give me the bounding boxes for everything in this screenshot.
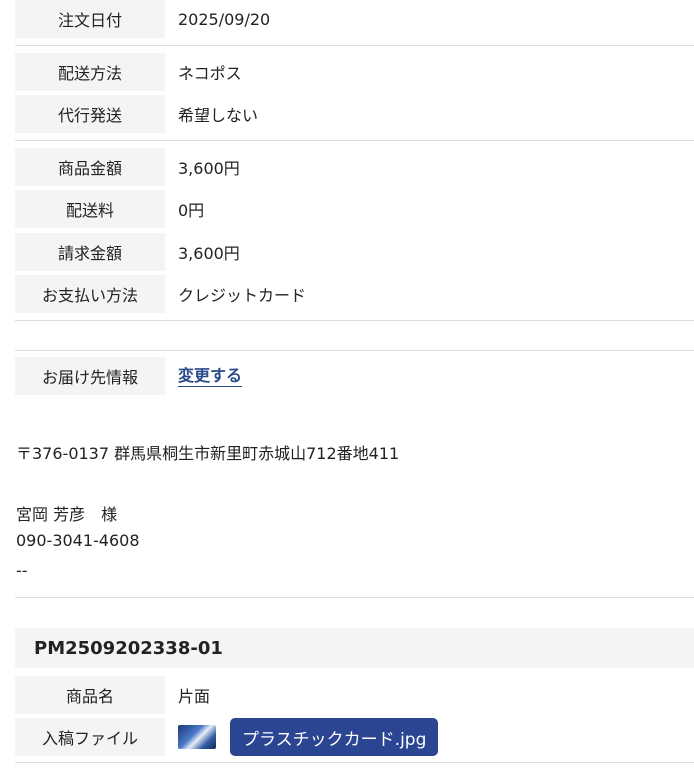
delivery-info-row: お届け先情報 変更する <box>15 357 694 395</box>
order-date-row: 注文日付 2025/09/20 <box>15 0 694 38</box>
upload-file-row: 入稿ファイル プラスチックカード.jpg <box>15 718 694 756</box>
delivery-address: 〒376-0137 群馬県桐生市新里町赤城山712番地411 <box>16 444 400 463</box>
shipping-method-label: 配送方法 <box>15 53 165 91</box>
product-amount-value: 3,600円 <box>178 159 240 178</box>
product-amount-label: 商品金額 <box>15 148 165 186</box>
billing-amount-label: 請求金額 <box>15 233 165 271</box>
upload-file-cell: プラスチックカード.jpg <box>178 718 439 756</box>
product-name-value: 片面 <box>178 687 211 706</box>
order-date-value: 2025/09/20 <box>178 9 271 29</box>
shipping-method-value: ネコポス <box>178 64 242 83</box>
file-thumbnail-image[interactable] <box>178 725 216 749</box>
divider <box>15 597 694 598</box>
upload-file-label: 入稿ファイル <box>15 718 165 756</box>
divider <box>15 762 694 763</box>
shipping-fee-value: 0円 <box>178 201 205 220</box>
file-download-button[interactable]: プラスチックカード.jpg <box>230 718 439 756</box>
billing-amount-value: 3,600円 <box>178 244 240 263</box>
shipping-fee-label: 配送料 <box>15 190 165 228</box>
order-date-label: 注文日付 <box>15 0 165 38</box>
product-name-row: 商品名 片面 <box>15 676 694 714</box>
billing-amount-row: 請求金額 3,600円 <box>15 233 694 271</box>
order-number: PM2509202338-01 <box>34 637 223 659</box>
divider <box>15 45 694 46</box>
shipping-method-row: 配送方法 ネコポス <box>15 53 694 91</box>
divider <box>15 140 694 141</box>
recipient-phone: 090-3041-4608 <box>16 531 140 550</box>
divider <box>15 350 694 351</box>
change-delivery-link[interactable]: 変更する <box>178 366 243 387</box>
payment-method-value: クレジットカード <box>178 286 307 305</box>
product-amount-row: 商品金額 3,600円 <box>15 148 694 186</box>
delivery-change-cell: 変更する <box>178 357 243 395</box>
payment-method-row: お支払い方法 クレジットカード <box>15 275 694 313</box>
order-item-header: PM2509202338-01 <box>15 628 694 668</box>
proxy-shipping-value: 希望しない <box>178 106 259 125</box>
proxy-shipping-label: 代行発送 <box>15 95 165 133</box>
order-detail-page: 注文日付 2025/09/20 配送方法 ネコポス 代行発送 希望しない 商品金… <box>0 0 694 769</box>
recipient-name: 宮岡 芳彦 様 <box>16 505 118 524</box>
product-name-label: 商品名 <box>15 676 165 714</box>
payment-method-label: お支払い方法 <box>15 275 165 313</box>
recipient-extra: -- <box>16 561 28 580</box>
proxy-shipping-row: 代行発送 希望しない <box>15 95 694 133</box>
shipping-fee-row: 配送料 0円 <box>15 190 694 228</box>
delivery-info-label: お届け先情報 <box>15 357 165 395</box>
divider <box>15 320 694 321</box>
